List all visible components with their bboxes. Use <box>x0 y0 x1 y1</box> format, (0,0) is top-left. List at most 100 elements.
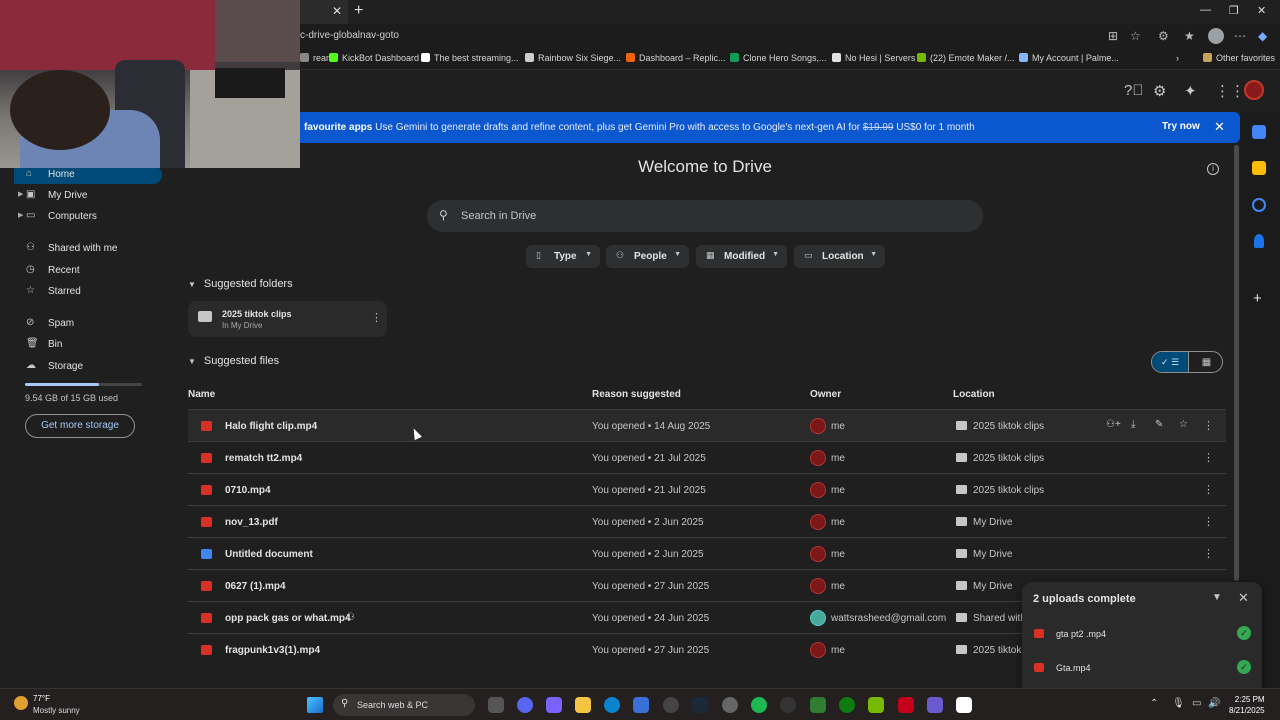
folder-card[interactable]: 2025 tiktok clips In My Drive ⋮ <box>188 301 387 337</box>
bookmark-item[interactable]: Dashboard – Replic... <box>626 53 726 63</box>
upload-item[interactable]: gta pt2 .mp4 ✓ <box>1022 618 1262 650</box>
table-row[interactable]: Untitled document You opened • 2 Jun 2025… <box>188 537 1226 569</box>
new-tab-icon[interactable]: + <box>354 2 363 20</box>
windows-start-icon[interactable] <box>307 697 323 713</box>
expand-caret-icon[interactable]: ▶ <box>18 211 23 219</box>
bookmark-item[interactable]: (22) Emote Maker /... <box>917 53 1015 63</box>
file-location[interactable]: My Drive <box>973 517 1012 528</box>
copilot-icon[interactable]: ◆ <box>1258 29 1267 43</box>
bluestacks-icon[interactable] <box>810 697 826 713</box>
calendar-icon[interactable] <box>1252 125 1266 139</box>
sidebar-item-my-drive[interactable]: ▶ ▣ My Drive <box>14 187 162 205</box>
filter-modified-chip[interactable]: ▦ Modified ▼ <box>696 245 787 268</box>
star-icon[interactable]: ☆ <box>1179 419 1188 430</box>
more-vert-icon[interactable]: ⋮ <box>1203 547 1214 560</box>
extensions-icon[interactable]: ⚙ <box>1158 29 1169 43</box>
column-header-name[interactable]: Name <box>188 389 215 400</box>
store-icon[interactable] <box>633 697 649 713</box>
creative-cloud-icon[interactable] <box>898 697 914 713</box>
bookmark-item[interactable]: No Hesi | Servers <box>832 53 915 63</box>
steam-alt-icon[interactable] <box>663 697 679 713</box>
collapse-chevron-icon[interactable]: ▼ <box>1212 592 1222 603</box>
microphone-icon[interactable]: 🎙 <box>1172 698 1185 709</box>
table-row[interactable]: rematch tt2.mp4 You opened • 21 Jul 2025 m… <box>188 441 1226 473</box>
file-location[interactable]: 2025 tiktok clips <box>973 485 1044 496</box>
file-location[interactable]: 2025 tiktok clips <box>973 421 1044 432</box>
file-name[interactable]: 0710.mp4 <box>225 485 271 496</box>
network-icon[interactable]: ▭ <box>1192 698 1201 709</box>
edge-icon[interactable] <box>604 697 620 713</box>
copilot-app-icon[interactable] <box>546 697 562 713</box>
more-menu-icon[interactable]: ⋯ <box>1234 29 1246 43</box>
get-more-storage-button[interactable]: Get more storage <box>25 414 135 438</box>
contacts-icon[interactable] <box>1254 234 1264 248</box>
nvidia-icon[interactable] <box>868 697 884 713</box>
file-location[interactable]: My Drive <box>973 581 1012 592</box>
settings-gear-icon[interactable]: ⚙ <box>1153 82 1166 100</box>
suggested-folders-header[interactable]: ▼ Suggested folders <box>188 278 293 290</box>
file-location[interactable]: Shared with <box>973 613 1026 624</box>
file-name[interactable]: opp pack gas or what.mp4 <box>225 613 351 624</box>
try-now-button[interactable]: Try now <box>1162 121 1200 132</box>
filter-location-chip[interactable]: ▭ Location ▼ <box>794 245 885 268</box>
bookmark-item[interactable]: Clone Hero Songs,... <box>730 53 827 63</box>
suggested-files-header[interactable]: ▼ Suggested files <box>188 355 279 367</box>
file-location[interactable]: 2025 tiktok clips <box>973 453 1044 464</box>
sidebar-item-shared-with-me[interactable]: ⚇ Shared with me <box>14 240 162 258</box>
task-view-icon[interactable] <box>488 697 504 713</box>
browser-profile-avatar[interactable] <box>1208 28 1224 44</box>
volume-icon[interactable]: 🔊 <box>1208 698 1220 709</box>
table-row[interactable]: 0710.mp4 You opened • 21 Jul 2025 me 2025 t… <box>188 473 1226 505</box>
file-explorer-icon[interactable] <box>575 697 591 713</box>
file-name[interactable]: fragpunk1v3(1).mp4 <box>225 645 320 656</box>
filter-type-chip[interactable]: ▯ Type ▼ <box>526 245 600 268</box>
sidebar-item-computers[interactable]: ▶ ▭ Computers <box>14 208 162 226</box>
list-view-button[interactable]: ✓ ☰ <box>1152 352 1188 372</box>
apps-grid-icon[interactable]: ⋮⋮ <box>1215 82 1245 100</box>
app-icon[interactable] <box>722 697 738 713</box>
sidebar-item-bin[interactable]: 🗑 Bin <box>14 336 162 354</box>
more-vert-icon[interactable]: ⋮ <box>1203 419 1214 432</box>
sidebar-item-spam[interactable]: ⊘ Spam <box>14 315 162 333</box>
filter-people-chip[interactable]: ⚇ People ▼ <box>606 245 689 268</box>
discord-icon[interactable] <box>517 697 533 713</box>
table-row[interactable]: Halo flight clip.mp4 You opened • 14 Aug … <box>188 409 1226 441</box>
app2-icon[interactable] <box>927 697 943 713</box>
active-app-icon[interactable] <box>956 697 972 713</box>
file-name[interactable]: rematch tt2.mp4 <box>225 453 302 464</box>
favorite-star-icon[interactable]: ☆ <box>1130 29 1141 43</box>
download-icon[interactable]: ⤓ <box>1131 419 1135 430</box>
url-text[interactable]: c-drive-globalnav-goto <box>300 30 399 41</box>
keep-icon[interactable] <box>1252 161 1266 175</box>
file-name[interactable]: 0627 (1).mp4 <box>225 581 286 592</box>
spotify-icon[interactable] <box>751 697 767 713</box>
banner-close-icon[interactable]: ✕ <box>1214 119 1225 135</box>
taskbar-search[interactable]: ⚲ Search web & PC <box>333 694 475 716</box>
sidebar-item-recent[interactable]: ◷ Recent <box>14 262 162 280</box>
bookmark-item[interactable]: Rainbow Six Siege... <box>525 53 621 63</box>
minimize-icon[interactable]: — <box>1200 4 1211 16</box>
weather-temp[interactable]: 77°F <box>33 694 50 703</box>
more-vert-icon[interactable]: ⋮ <box>1203 451 1214 464</box>
account-avatar[interactable] <box>1244 80 1264 100</box>
tray-overflow-icon[interactable]: ⌃ <box>1150 698 1158 709</box>
main-scrollbar[interactable] <box>1234 145 1239 581</box>
app-available-icon[interactable]: ⊞ <box>1108 29 1118 43</box>
tasks-icon[interactable] <box>1252 198 1266 212</box>
restore-icon[interactable]: ❐ <box>1229 4 1239 17</box>
upload-item[interactable]: Gta.mp4 ✓ <box>1022 652 1262 684</box>
bookmark-item[interactable]: The best streaming... <box>421 53 519 63</box>
search-input[interactable]: ⚲ Search in Drive <box>427 200 983 232</box>
more-vert-icon[interactable]: ⋮ <box>371 311 382 324</box>
sidebar-item-home[interactable]: ⌂ Home <box>14 166 162 184</box>
steam-icon[interactable] <box>692 697 708 713</box>
bookmark-item[interactable]: KickBot Dashboard <box>329 53 419 63</box>
taskbar-clock[interactable]: 2:25 PM 8/21/2025 <box>1229 694 1265 716</box>
grid-view-button[interactable]: ▦ <box>1188 352 1222 372</box>
file-location[interactable]: My Drive <box>973 549 1012 560</box>
gemini-icon[interactable]: ✦ <box>1184 82 1197 100</box>
4k-video-icon[interactable] <box>780 697 796 713</box>
weather-condition[interactable]: Mostly sunny <box>33 706 80 715</box>
info-icon[interactable]: i <box>1207 163 1219 175</box>
expand-caret-icon[interactable]: ▶ <box>18 190 23 198</box>
